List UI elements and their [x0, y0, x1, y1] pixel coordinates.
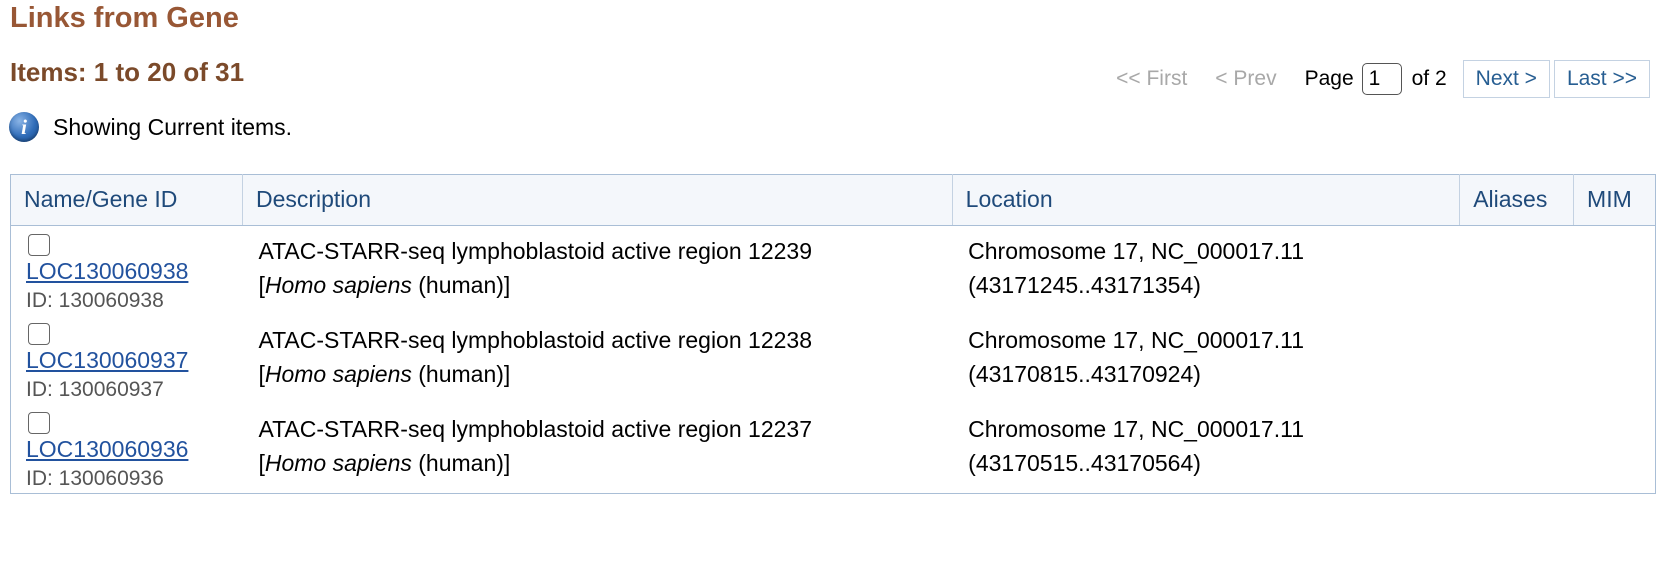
table-row: LOC130060938 ID: 130060938 ATAC-STARR-se…	[11, 226, 1656, 316]
aliases-cell	[1460, 226, 1574, 316]
first-page-link: << First	[1116, 67, 1188, 90]
mim-cell	[1574, 315, 1656, 404]
info-message: i Showing Current items.	[9, 112, 292, 142]
gene-link[interactable]: LOC130060938	[26, 257, 226, 285]
location-chromosome: Chromosome 17, NC_000017.11	[968, 416, 1304, 442]
table-row: LOC130060936 ID: 130060936 ATAC-STARR-se…	[11, 404, 1656, 494]
page: Links from Gene Items: 1 to 20 of 31 << …	[0, 0, 1658, 566]
location-range: (43170515..43170564)	[968, 450, 1201, 476]
description-text: ATAC-STARR-seq lymphoblastoid active reg…	[258, 238, 812, 264]
description-text: ATAC-STARR-seq lymphoblastoid active reg…	[258, 327, 812, 353]
row-checkbox[interactable]	[28, 323, 50, 345]
next-page-button[interactable]: Next >	[1462, 60, 1550, 98]
description-cell: ATAC-STARR-seq lymphoblastoid active reg…	[242, 226, 952, 316]
page-number-input[interactable]	[1361, 63, 1402, 95]
location-chromosome: Chromosome 17, NC_000017.11	[968, 327, 1304, 353]
page-total: of 2	[1411, 67, 1447, 90]
description-cell: ATAC-STARR-seq lymphoblastoid active reg…	[242, 315, 952, 404]
last-page-button[interactable]: Last >>	[1553, 60, 1650, 98]
column-header-aliases[interactable]: Aliases	[1459, 174, 1575, 226]
aliases-cell	[1460, 404, 1574, 494]
table-row: LOC130060937 ID: 130060937 ATAC-STARR-se…	[11, 315, 1656, 404]
page-title: Links from Gene	[10, 2, 239, 34]
gene-link[interactable]: LOC130060936	[26, 435, 226, 463]
description-species: [Homo sapiens (human)]	[258, 450, 511, 476]
description-species: [Homo sapiens (human)]	[258, 361, 511, 387]
name-cell: LOC130060937 ID: 130060937	[11, 315, 243, 404]
location-cell: Chromosome 17, NC_000017.11 (43170515..4…	[952, 404, 1460, 494]
gene-link[interactable]: LOC130060937	[26, 346, 226, 374]
column-header-location[interactable]: Location	[952, 174, 1461, 226]
location-cell: Chromosome 17, NC_000017.11 (43170815..4…	[952, 315, 1460, 404]
table-header-row: Name/Gene ID Description Location Aliase…	[10, 174, 1656, 226]
gene-id: ID: 130060936	[26, 467, 164, 490]
page-label: Page	[1304, 67, 1354, 90]
gene-id: ID: 130060938	[26, 289, 164, 312]
mim-cell	[1574, 226, 1656, 316]
column-header-description[interactable]: Description	[242, 174, 953, 226]
results-table: Name/Gene ID Description Location Aliase…	[10, 174, 1656, 494]
info-icon: i	[9, 112, 39, 142]
name-cell: LOC130060936 ID: 130060936	[11, 404, 243, 494]
name-cell: LOC130060938 ID: 130060938	[11, 226, 243, 316]
items-count: Items: 1 to 20 of 31	[10, 57, 245, 87]
gene-id: ID: 130060937	[26, 378, 164, 401]
row-checkbox[interactable]	[28, 412, 50, 434]
location-chromosome: Chromosome 17, NC_000017.11	[968, 238, 1304, 264]
info-text: Showing Current items.	[53, 113, 293, 140]
description-cell: ATAC-STARR-seq lymphoblastoid active reg…	[242, 404, 952, 494]
location-range: (43170815..43170924)	[968, 361, 1201, 387]
row-checkbox[interactable]	[28, 234, 50, 256]
prev-page-link: < Prev	[1215, 67, 1277, 90]
column-header-mim[interactable]: MIM	[1573, 174, 1656, 226]
aliases-cell	[1460, 315, 1574, 404]
location-range: (43171245..43171354)	[968, 272, 1201, 298]
description-species: [Homo sapiens (human)]	[258, 272, 511, 298]
pager: << First < Prev Page of 2 Next > Last >>	[1116, 60, 1650, 98]
location-cell: Chromosome 17, NC_000017.11 (43171245..4…	[952, 226, 1460, 316]
description-text: ATAC-STARR-seq lymphoblastoid active reg…	[258, 416, 812, 442]
column-header-name[interactable]: Name/Gene ID	[10, 174, 243, 226]
mim-cell	[1574, 404, 1656, 494]
